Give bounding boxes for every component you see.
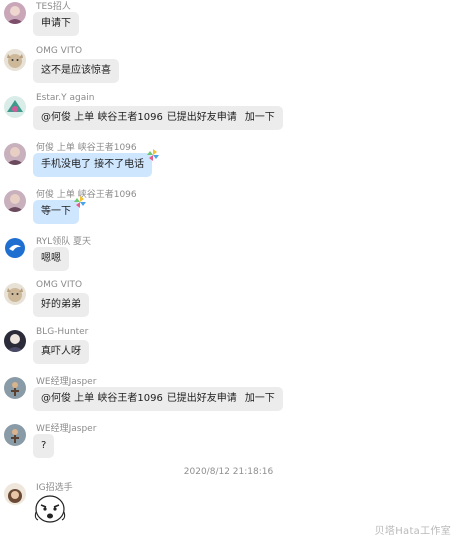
message-bubble[interactable]: @何俊 上单 峡谷王者1096 已提出好友申请 加一下 bbox=[33, 387, 283, 411]
mention-tag[interactable]: @何俊 上单 峡谷王者1096 bbox=[41, 112, 163, 123]
message-text: 嗯嗯 bbox=[41, 253, 61, 264]
avatar[interactable] bbox=[4, 49, 26, 71]
sender-name: 何俊 上单 峡谷王者1096 bbox=[36, 190, 137, 200]
sender-name: 何俊 上单 峡谷王者1096 bbox=[36, 143, 137, 153]
watermark: 贝塔Hata工作室 bbox=[374, 526, 451, 537]
avatar[interactable] bbox=[4, 2, 26, 24]
sender-name: OMG VITO bbox=[36, 280, 83, 290]
message-text: 申请下 bbox=[41, 18, 71, 29]
avatar[interactable] bbox=[4, 377, 26, 399]
message-text: 好的弟弟 bbox=[41, 299, 81, 310]
message-timestamp: 2020/8/12 21:18:16 bbox=[183, 467, 274, 477]
avatar[interactable] bbox=[4, 237, 26, 259]
message-text: 已提出好友申请 bbox=[166, 393, 237, 404]
avatar[interactable] bbox=[4, 283, 26, 305]
avatar[interactable] bbox=[4, 143, 26, 165]
message-text: 真吓人呀 bbox=[41, 346, 81, 357]
sender-name: OMG VITO bbox=[36, 46, 83, 56]
avatar[interactable] bbox=[4, 424, 26, 446]
sticker-image[interactable] bbox=[33, 493, 67, 525]
message-bubble[interactable]: ? bbox=[33, 434, 55, 458]
message-bubble[interactable]: 这不是应该惊喜 bbox=[33, 59, 119, 83]
avatar[interactable] bbox=[4, 190, 26, 212]
avatar[interactable] bbox=[4, 483, 26, 505]
avatar[interactable] bbox=[4, 330, 26, 352]
pinwheel-icon bbox=[74, 196, 86, 208]
sender-name: RYL领队 夏天 bbox=[36, 237, 92, 247]
message-text: 已提出好友申请 bbox=[166, 112, 237, 123]
avatar[interactable] bbox=[4, 96, 26, 118]
sender-name: WE经理Jasper bbox=[36, 377, 97, 387]
message-bubble[interactable]: 真吓人呀 bbox=[33, 340, 89, 364]
message-text: 加一下 bbox=[244, 393, 275, 404]
message-bubble[interactable]: 手机没电了 接不了电话 bbox=[33, 149, 160, 177]
message-text: 等一下 bbox=[41, 206, 71, 217]
message-text: 这不是应该惊喜 bbox=[41, 65, 111, 76]
sender-name: BLG-Hunter bbox=[36, 327, 89, 337]
pinwheel-icon bbox=[147, 149, 160, 161]
message-text: 加一下 bbox=[244, 112, 275, 123]
message-bubble[interactable]: 申请下 bbox=[33, 12, 79, 36]
mention-tag[interactable]: @何俊 上单 峡谷王者1096 bbox=[41, 393, 163, 404]
message-bubble[interactable]: 嗯嗯 bbox=[33, 247, 69, 271]
sender-name: Estar.Y again bbox=[36, 93, 95, 103]
message-text: 手机没电了 接不了电话 bbox=[41, 159, 145, 170]
message-bubble[interactable]: 好的弟弟 bbox=[33, 293, 89, 317]
sender-name: TES招人 bbox=[36, 2, 71, 12]
message-bubble[interactable]: 等一下 bbox=[33, 196, 86, 224]
message-bubble[interactable]: @何俊 上单 峡谷王者1096 已提出好友申请 加一下 bbox=[33, 106, 283, 130]
message-text: ? bbox=[41, 440, 47, 451]
sender-name: WE经理Jasper bbox=[36, 424, 97, 434]
sender-name: IG招选手 bbox=[36, 483, 73, 493]
